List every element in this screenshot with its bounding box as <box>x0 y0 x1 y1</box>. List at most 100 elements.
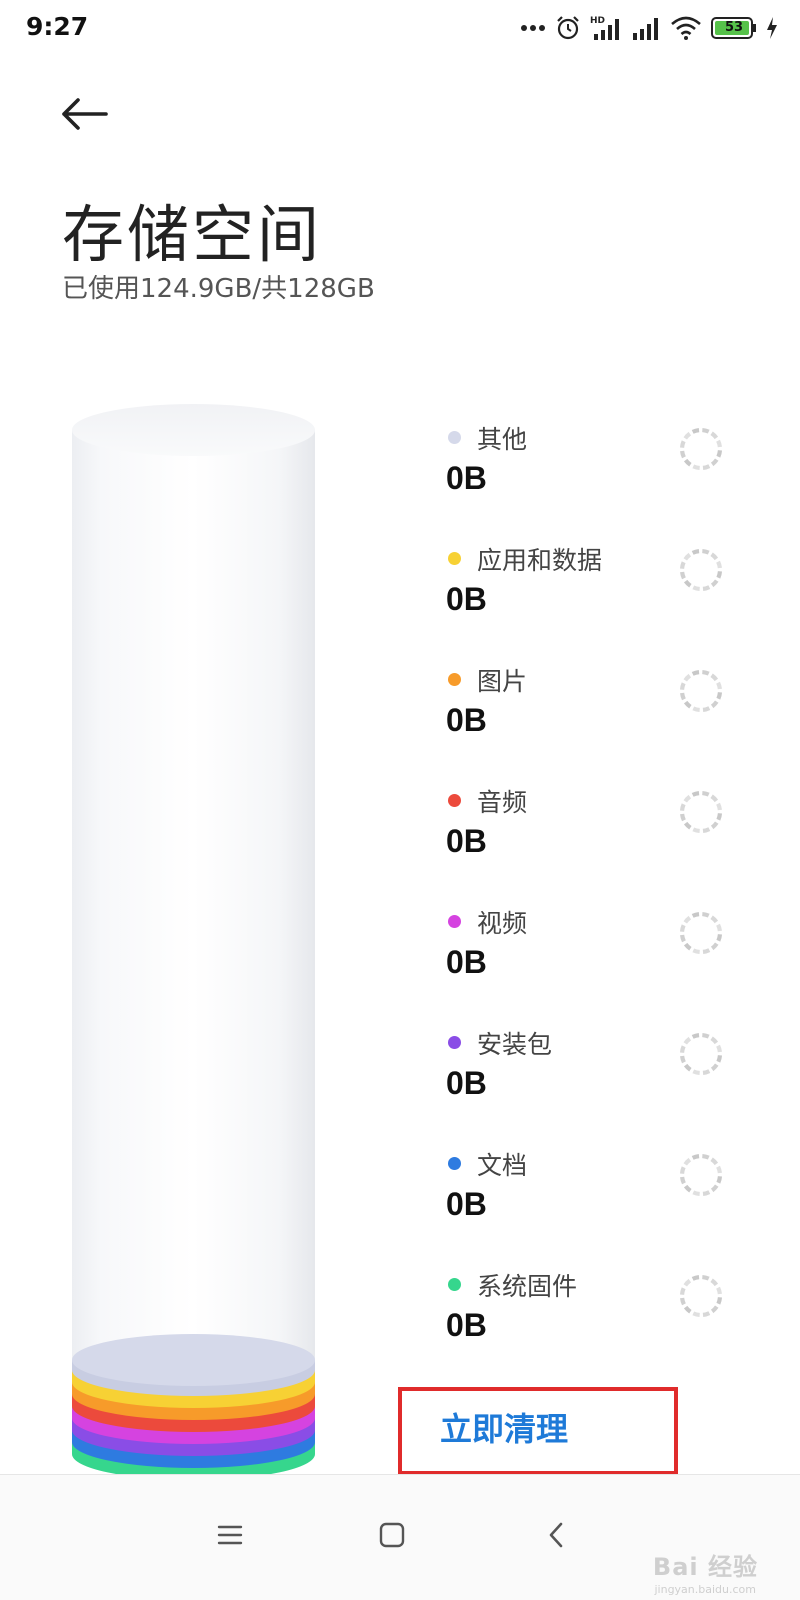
spinner-segment <box>716 1286 722 1295</box>
legend-item-audio[interactable]: 音频 0B <box>446 783 746 893</box>
spinner-segment <box>710 1036 719 1045</box>
home-icon <box>379 1522 405 1548</box>
legend-dot-documents <box>448 1157 461 1170</box>
legend-item-other[interactable]: 其他 0B <box>446 420 746 530</box>
signal-icon <box>631 15 661 41</box>
spinner-segment <box>679 440 686 448</box>
spinner-segment <box>683 1305 692 1314</box>
spinner-segment <box>710 1278 719 1287</box>
legend-dot-apps-data <box>448 552 461 565</box>
hd-signal-icon: HD <box>590 14 622 42</box>
legend-item-system-firmware[interactable]: 系统固件 0B <box>446 1267 746 1377</box>
spinner-segment <box>691 1275 700 1281</box>
spinner-segment <box>716 1055 723 1063</box>
loading-spinner-icon <box>679 1153 723 1197</box>
spinner-segment <box>710 458 719 467</box>
spinner-segment <box>692 1069 700 1076</box>
spinner-segment <box>702 827 711 833</box>
nav-back-button[interactable] <box>526 1505 586 1565</box>
spinner-segment <box>679 1045 686 1053</box>
spinner-segment <box>716 560 722 569</box>
legend-value: 0B <box>446 1065 487 1101</box>
spinner-segment <box>691 1033 700 1039</box>
spinner-segment <box>683 1278 692 1287</box>
spinner-segment <box>692 1311 700 1318</box>
spinner-segment <box>683 1184 692 1193</box>
clean-now-button[interactable]: 立即清理 <box>440 1404 568 1450</box>
wifi-icon <box>670 15 702 41</box>
legend-value: 0B <box>446 581 487 617</box>
spinner-segment <box>702 464 711 470</box>
loading-spinner-icon <box>679 669 723 713</box>
legend-dot-video <box>448 915 461 928</box>
nav-home-button[interactable] <box>362 1505 422 1565</box>
spinner-segment <box>702 911 710 918</box>
loading-spinner-icon <box>679 548 723 592</box>
spinner-segment <box>680 450 686 459</box>
more-dots-icon <box>520 24 546 32</box>
nav-menu-button[interactable] <box>200 1505 260 1565</box>
legend-item-documents[interactable]: 文档 0B <box>446 1146 746 1256</box>
spinner-segment <box>710 1305 719 1314</box>
spinner-segment <box>710 1157 719 1166</box>
loading-spinner-icon <box>679 1274 723 1318</box>
spinner-segment <box>702 948 711 954</box>
legend-item-apps-data[interactable]: 应用和数据 0B <box>446 541 746 651</box>
spinner-segment <box>692 948 700 955</box>
spinner-segment <box>680 1297 686 1306</box>
spinner-segment <box>710 794 719 803</box>
spinner-segment <box>716 1297 723 1305</box>
spinner-segment <box>680 813 686 822</box>
spinner-segment <box>692 464 700 471</box>
legend-dot-other <box>448 431 461 444</box>
spinner-segment <box>683 1036 692 1045</box>
spinner-segment <box>679 561 686 569</box>
storage-layer-0 <box>72 1334 315 1396</box>
spinner-segment <box>702 585 711 591</box>
spinner-segment <box>680 692 686 701</box>
legend-value: 0B <box>446 823 487 859</box>
spinner-segment <box>716 1165 722 1174</box>
spinner-segment <box>683 942 692 951</box>
spinner-segment <box>680 571 686 580</box>
page-title: 存储空间 <box>62 198 323 271</box>
legend-item-apk[interactable]: 安装包 0B <box>446 1025 746 1135</box>
legend-dot-apk <box>448 1036 461 1049</box>
back-button[interactable] <box>58 92 110 136</box>
spinner-segment <box>716 1044 722 1053</box>
back-icon <box>549 1522 563 1548</box>
spinner-segment <box>702 548 710 555</box>
spinner-segment <box>710 552 719 561</box>
spinner-segment <box>716 450 723 458</box>
spinner-segment <box>692 827 700 834</box>
spinner-segment <box>683 673 692 682</box>
legend-value: 0B <box>446 460 487 496</box>
spinner-segment <box>691 428 700 434</box>
spinner-segment <box>683 1063 692 1072</box>
spinner-segment <box>716 923 722 932</box>
legend-item-pictures[interactable]: 图片 0B <box>446 662 746 772</box>
spinner-segment <box>702 706 711 712</box>
spinner-segment <box>710 1063 719 1072</box>
legend-label: 其他 <box>477 425 528 454</box>
spinner-segment <box>702 1032 710 1039</box>
spinner-segment <box>702 427 710 434</box>
legend-item-video[interactable]: 视频 0B <box>446 904 746 1014</box>
legend-dot-pictures <box>448 673 461 686</box>
spinner-segment <box>691 1154 700 1160</box>
alarm-icon <box>555 15 581 41</box>
loading-spinner-icon <box>679 790 723 834</box>
spinner-segment <box>702 1190 711 1196</box>
legend-label: 图片 <box>477 667 528 696</box>
spinner-segment <box>716 571 723 579</box>
legend-label: 安装包 <box>477 1030 553 1059</box>
storage-cylinder <box>72 404 315 1481</box>
spinner-segment <box>702 790 710 797</box>
spinner-segment <box>716 681 722 690</box>
legend-value: 0B <box>446 944 487 980</box>
legend-label: 音频 <box>477 788 528 817</box>
spinner-segment <box>683 458 692 467</box>
spinner-segment <box>710 1184 719 1193</box>
legend-value: 0B <box>446 1307 487 1343</box>
spinner-segment <box>710 579 719 588</box>
